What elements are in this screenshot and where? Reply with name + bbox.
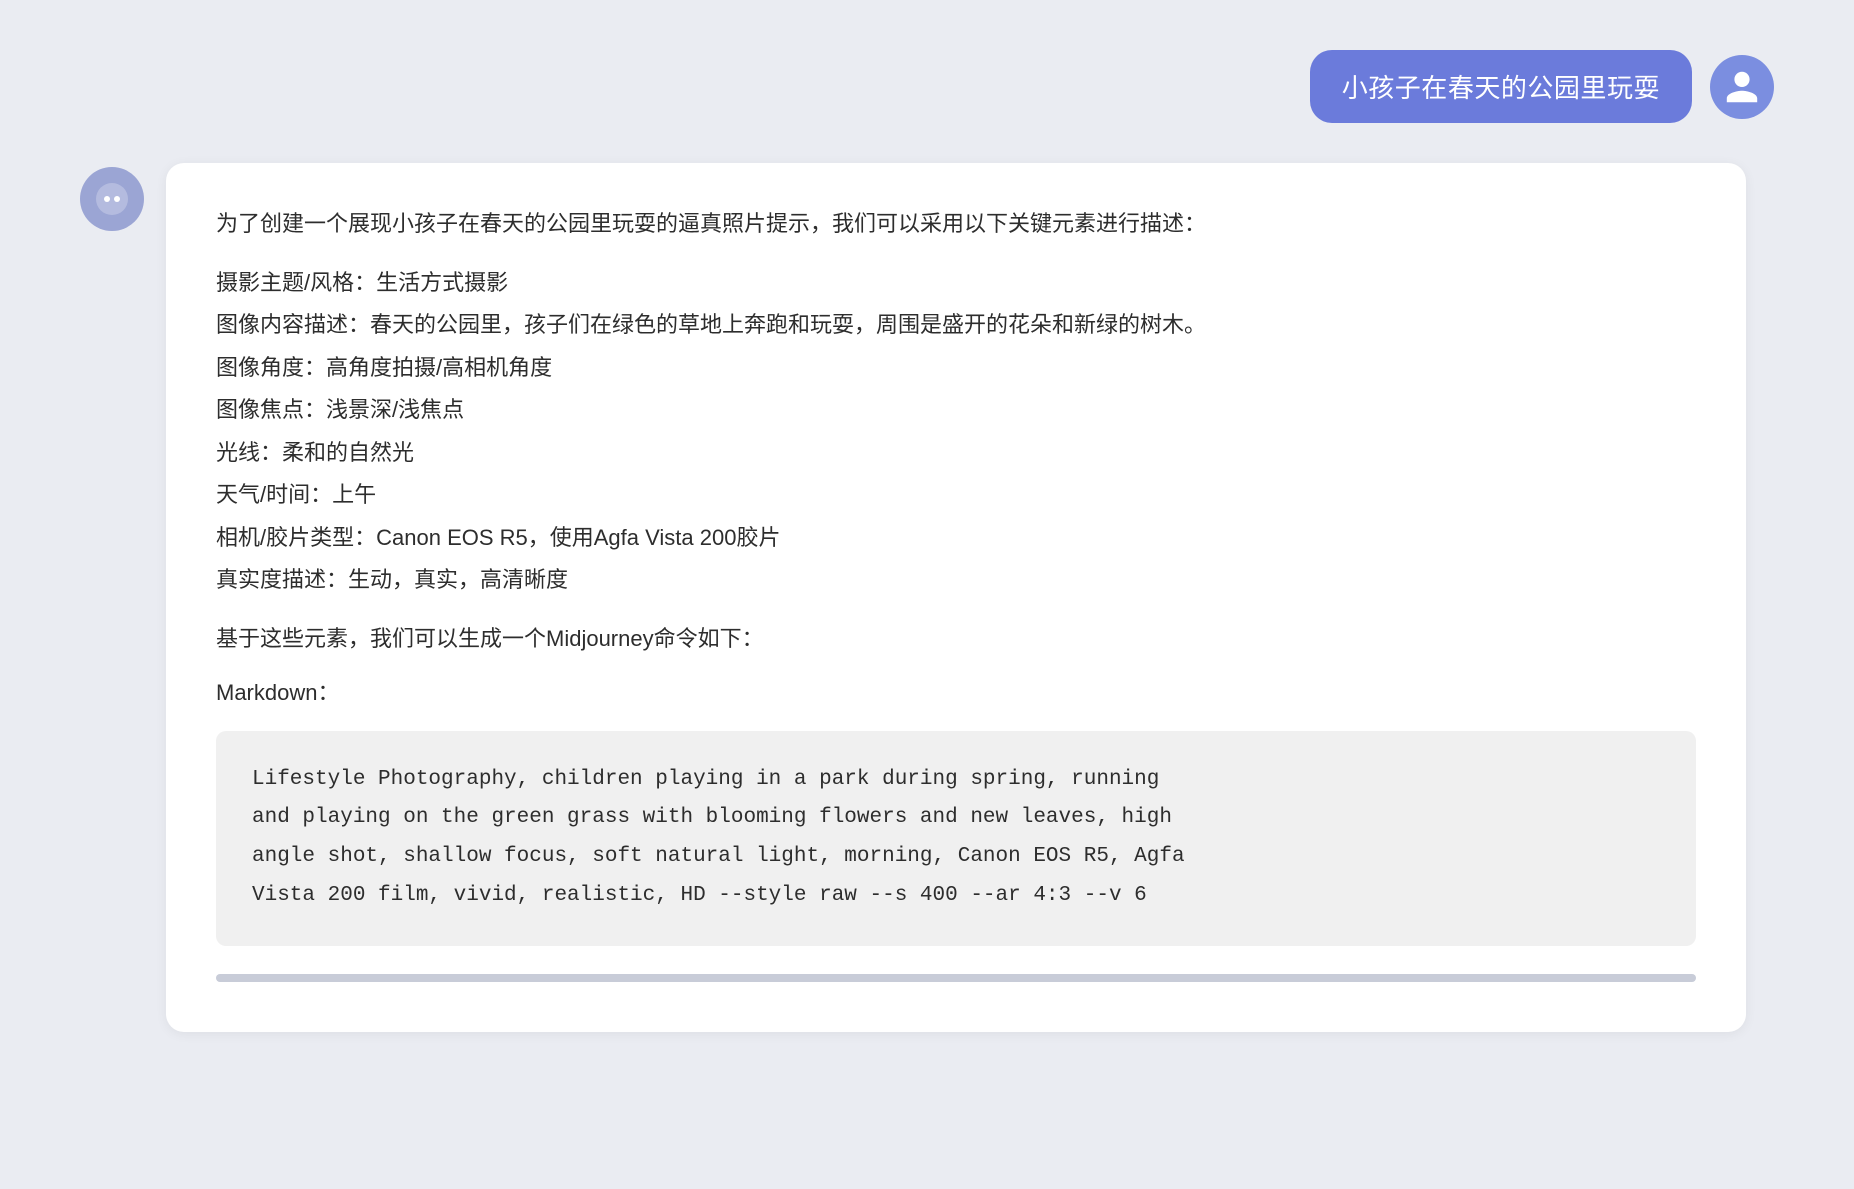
- user-avatar: [1710, 55, 1774, 119]
- field-camera: 相机/胶片类型：Canon EOS R5，使用Agfa Vista 200胶片: [216, 519, 1696, 558]
- field-focus: 图像焦点：浅景深/浅焦点: [216, 391, 1696, 430]
- field-value: 上午: [332, 482, 376, 507]
- markdown-label: Markdown：: [216, 674, 1696, 713]
- field-value: 高角度拍摄/高相机角度: [326, 355, 552, 380]
- field-light: 光线：柔和的自然光: [216, 434, 1696, 473]
- field-label: 图像焦点：: [216, 397, 326, 422]
- field-label: 真实度描述：: [216, 567, 348, 592]
- field-label: 图像内容描述：: [216, 312, 370, 337]
- field-angle: 图像角度：高角度拍摄/高相机角度: [216, 349, 1696, 388]
- field-value: 柔和的自然光: [282, 440, 414, 465]
- field-label: 相机/胶片类型：: [216, 525, 376, 550]
- field-value: 春天的公园里，孩子们在绿色的草地上奔跑和玩耍，周围是盛开的花朵和新绿的树木。: [370, 312, 1206, 337]
- midjourney-intro: 基于这些元素，我们可以生成一个Midjourney命令如下：: [216, 620, 1696, 659]
- user-message-row: 小孩子在春天的公园里玩耍: [80, 50, 1774, 123]
- field-label: 图像角度：: [216, 355, 326, 380]
- ai-message-row: 为了创建一个展现小孩子在春天的公园里玩耍的逼真照片提示，我们可以采用以下关键元素…: [80, 163, 1774, 1032]
- scrollbar[interactable]: [216, 974, 1696, 982]
- field-value: 浅景深/浅焦点: [326, 397, 464, 422]
- ai-intro: 为了创建一个展现小孩子在春天的公园里玩耍的逼真照片提示，我们可以采用以下关键元素…: [216, 205, 1696, 244]
- field-label: 摄影主题/风格：: [216, 270, 376, 295]
- field-label: 光线：: [216, 440, 282, 465]
- user-icon: [1723, 68, 1761, 106]
- code-block[interactable]: Lifestyle Photography, children playing …: [216, 731, 1696, 946]
- field-photography-style: 摄影主题/风格：生活方式摄影: [216, 264, 1696, 303]
- ai-response-text: 为了创建一个展现小孩子在春天的公园里玩耍的逼真照片提示，我们可以采用以下关键元素…: [216, 205, 1696, 982]
- page-wrapper: 小孩子在春天的公园里玩耍 为了创建一个展现小孩子在春天的公园里玩耍的逼真照片提示…: [0, 30, 1854, 1052]
- field-value: 生动，真实，高清晰度: [348, 567, 568, 592]
- ai-bubble: 为了创建一个展现小孩子在春天的公园里玩耍的逼真照片提示，我们可以采用以下关键元素…: [166, 163, 1746, 1032]
- ai-bot-icon: [94, 181, 130, 217]
- code-content: Lifestyle Photography, children playing …: [252, 768, 1185, 908]
- field-value: Canon EOS R5，使用Agfa Vista 200胶片: [376, 525, 780, 550]
- user-message-text: 小孩子在春天的公园里玩耍: [1342, 73, 1660, 103]
- field-content-desc: 图像内容描述：春天的公园里，孩子们在绿色的草地上奔跑和玩耍，周围是盛开的花朵和新…: [216, 306, 1696, 345]
- user-bubble: 小孩子在春天的公园里玩耍: [1310, 50, 1692, 123]
- field-label: 天气/时间：: [216, 482, 332, 507]
- field-value: 生活方式摄影: [376, 270, 508, 295]
- field-weather-time: 天气/时间：上午: [216, 476, 1696, 515]
- ai-avatar: [80, 167, 144, 231]
- field-realism: 真实度描述：生动，真实，高清晰度: [216, 561, 1696, 600]
